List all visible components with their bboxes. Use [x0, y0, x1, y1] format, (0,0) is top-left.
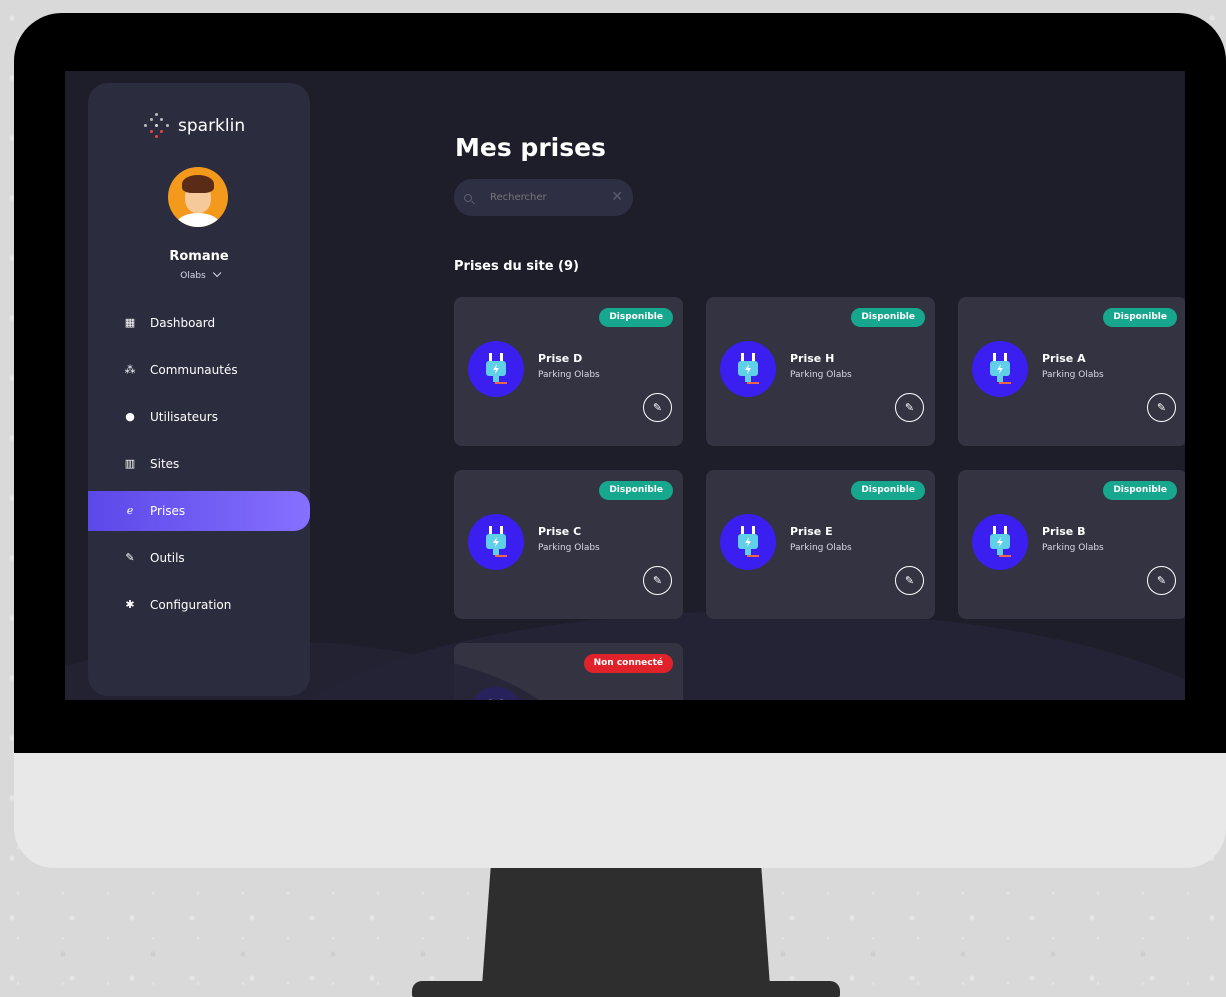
search-icon: [464, 193, 472, 202]
status-badge: Disponible: [851, 481, 925, 500]
plug-location: Parking Olabs: [790, 543, 852, 553]
search-input[interactable]: [490, 192, 600, 203]
nav-menu: ▦ Dashboard ⁂ Communautés ● Utilisateurs ▥ Site…: [88, 303, 310, 632]
edit-pencil-icon[interactable]: ✎: [895, 566, 924, 595]
nav-item-communauts[interactable]: ⁂ Communautés: [88, 350, 310, 390]
avatar[interactable]: [168, 167, 228, 227]
plug-name: Prise C: [538, 525, 582, 538]
edit-pencil-icon[interactable]: ✎: [1147, 566, 1176, 595]
status-badge: Non connecté: [583, 654, 673, 673]
plug-card[interactable]: Disponible Prise D Parking Olabs ✎: [454, 297, 683, 446]
nav-item-sites[interactable]: ▥ Sites: [88, 444, 310, 484]
status-badge: Disponible: [1103, 481, 1177, 500]
plug-name: Prise D: [538, 352, 583, 365]
status-badge: Disponible: [599, 308, 673, 327]
nav-item-label: Sites: [150, 457, 180, 471]
monitor-stand: [482, 868, 770, 986]
edit-pencil-icon[interactable]: ✎: [643, 566, 672, 595]
plug-icon: ℯ: [126, 504, 134, 517]
logo[interactable]: sparklin: [144, 113, 245, 139]
nav-item-label: Prises: [150, 504, 186, 518]
nav-item-dashboard[interactable]: ▦ Dashboard: [88, 303, 310, 343]
edit-pencil-icon[interactable]: ✎: [895, 393, 924, 422]
wrench-icon: ✎: [125, 551, 135, 564]
grid-icon: ▦: [124, 316, 136, 329]
plug-card[interactable]: Disponible Prise B Parking Olabs ✎: [958, 470, 1185, 619]
search-box[interactable]: ✕: [454, 179, 633, 216]
nav-item-configuration[interactable]: ✱ Configuration: [88, 585, 310, 625]
org-name: Olabs: [180, 271, 206, 281]
nav-item-outils[interactable]: ✎ Outils: [88, 538, 310, 578]
app-screen: sparklin Romane Olabs ▦ Dashboard ⁂ Communa…: [65, 71, 1185, 700]
ev-plug-icon: [972, 341, 1028, 397]
plug-location: Parking Olabs: [538, 370, 600, 380]
ev-plug-icon: [720, 514, 776, 570]
nav-item-label: Configuration: [150, 598, 232, 612]
building-icon: ▥: [124, 457, 136, 470]
chevron-down-icon: [212, 268, 222, 278]
ev-plug-icon: [972, 514, 1028, 570]
plug-name: Prise B: [1042, 525, 1086, 538]
monitor-chin: [14, 753, 1226, 868]
sparkle-logo-icon: [144, 113, 170, 139]
plug-location: Parking Olabs: [1042, 370, 1104, 380]
nav-item-prises[interactable]: ℯ Prises: [88, 491, 310, 531]
status-badge: Disponible: [599, 481, 673, 500]
user-name: Romane: [169, 249, 229, 264]
plug-name: Prise A: [1042, 352, 1086, 365]
plug-location: Parking Olabs: [1042, 543, 1104, 553]
nav-item-label: Communautés: [150, 363, 238, 377]
ev-plug-icon: [468, 514, 524, 570]
nav-item-utilisateurs[interactable]: ● Utilisateurs: [88, 397, 310, 437]
nav-item-label: Utilisateurs: [150, 410, 218, 424]
org-selector[interactable]: Olabs: [88, 268, 310, 281]
plug-location: Parking Olabs: [790, 370, 852, 380]
community-icon: ⁂: [124, 363, 136, 376]
gear-icon: ✱: [125, 598, 135, 611]
status-badge: Disponible: [1103, 308, 1177, 327]
ev-plug-icon: [468, 687, 524, 700]
plug-location: Parking Olabs: [538, 543, 600, 553]
sidebar: sparklin Romane Olabs ▦ Dashboard ⁂ Communa…: [88, 83, 310, 696]
plug-card[interactable]: Non connecté: [454, 643, 683, 700]
user-icon: ●: [125, 410, 135, 423]
edit-pencil-icon[interactable]: ✎: [1147, 393, 1176, 422]
nav-item-label: Dashboard: [150, 316, 216, 330]
status-badge: Disponible: [851, 308, 925, 327]
plug-card[interactable]: Disponible Prise H Parking Olabs ✎: [706, 297, 935, 446]
plug-card[interactable]: Disponible Prise E Parking Olabs ✎: [706, 470, 935, 619]
ev-plug-icon: [720, 341, 776, 397]
logo-text: sparklin: [178, 116, 246, 136]
clear-icon[interactable]: ✕: [611, 189, 623, 205]
edit-pencil-icon[interactable]: ✎: [643, 393, 672, 422]
section-title: Prises du site (9): [454, 259, 579, 274]
plug-name: Prise E: [790, 525, 833, 538]
page-title: Mes prises: [455, 133, 606, 162]
ev-plug-icon: [468, 341, 524, 397]
plug-card[interactable]: Disponible Prise C Parking Olabs ✎: [454, 470, 683, 619]
plug-card[interactable]: Disponible Prise A Parking Olabs ✎: [958, 297, 1185, 446]
plug-name: Prise H: [790, 352, 835, 365]
nav-item-label: Outils: [150, 551, 185, 565]
monitor-stand-foot: [412, 981, 840, 997]
